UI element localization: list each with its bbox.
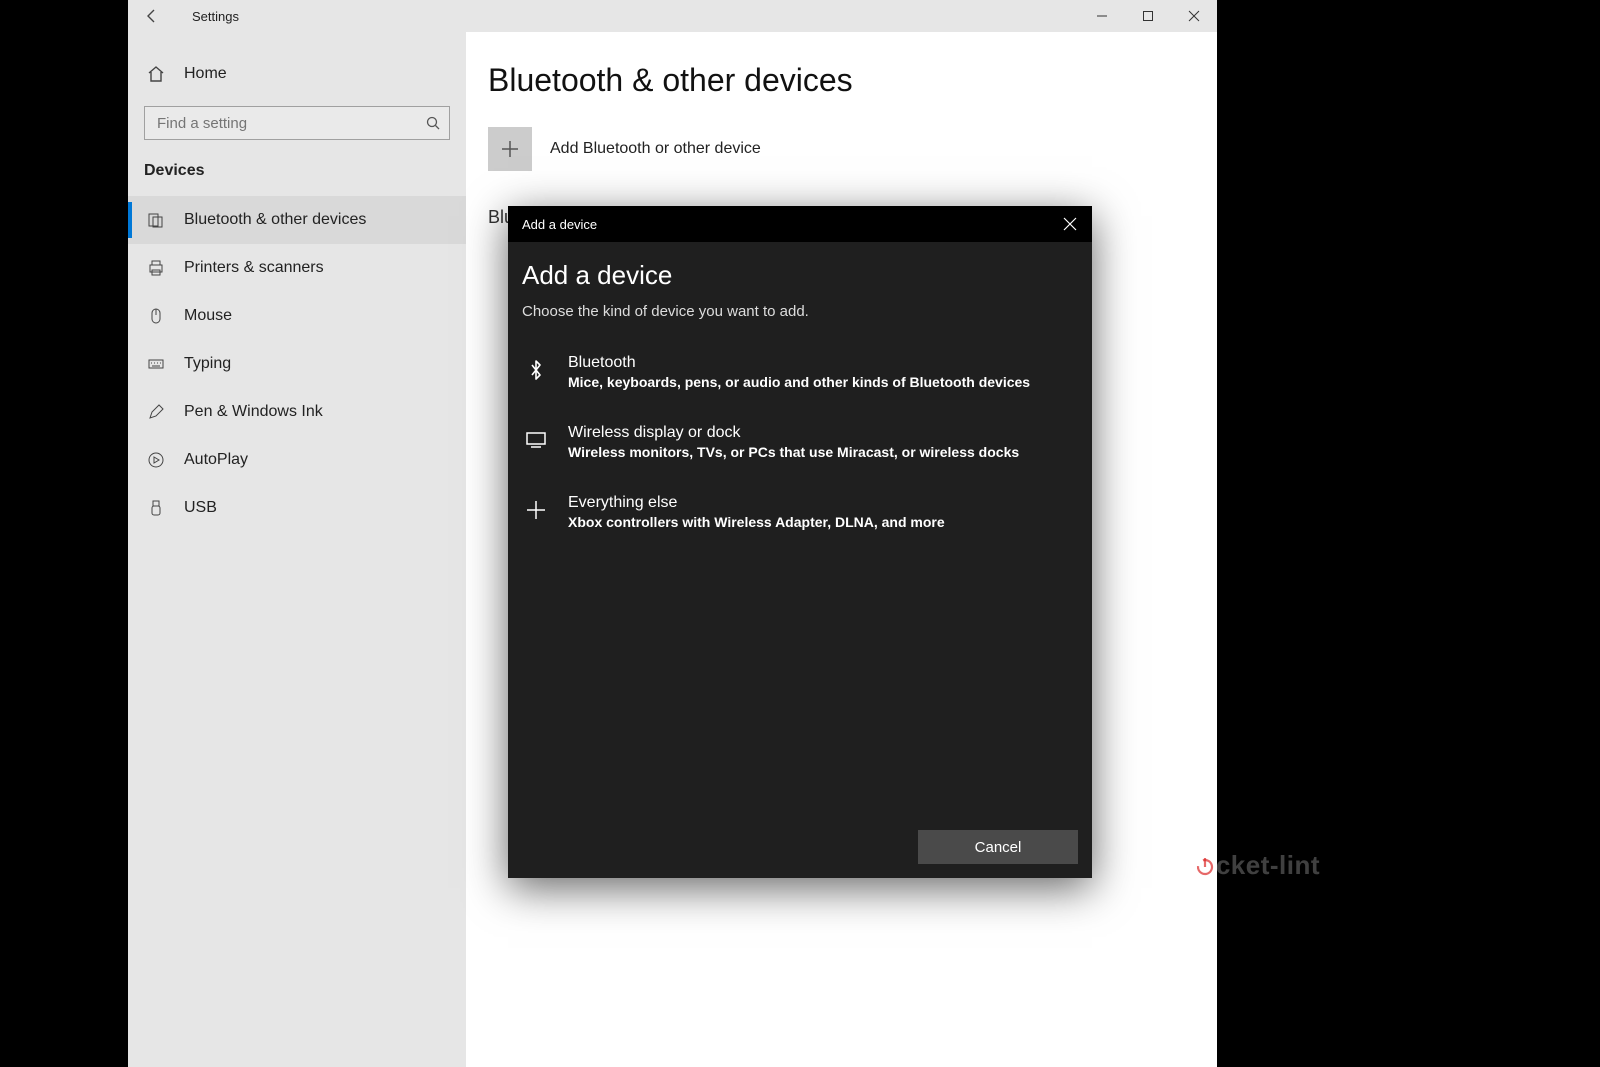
close-icon	[1063, 217, 1077, 231]
sidebar-item-pen[interactable]: Pen & Windows Ink	[128, 388, 466, 436]
dialog-titlebar-title: Add a device	[522, 217, 597, 232]
home-nav[interactable]: Home	[128, 52, 466, 96]
pen-icon	[146, 402, 166, 422]
device-option-subtitle: Mice, keyboards, pens, or audio and othe…	[568, 374, 1030, 390]
dialog-close-button[interactable]	[1048, 206, 1092, 242]
back-button[interactable]	[128, 0, 176, 32]
device-option-everything-else[interactable]: Everything else Xbox controllers with Wi…	[522, 478, 1078, 548]
device-option-bluetooth[interactable]: Bluetooth Mice, keyboards, pens, or audi…	[522, 338, 1078, 408]
plus-icon	[499, 138, 521, 160]
bluetooth-icon	[522, 356, 550, 384]
maximize-button[interactable]	[1125, 0, 1171, 32]
sidebar-item-label: Printers & scanners	[184, 259, 324, 277]
settings-window: Settings Home	[128, 0, 1217, 1067]
device-option-title: Wireless display or dock	[568, 424, 1019, 442]
usb-icon	[146, 498, 166, 518]
add-device-dialog: Add a device Add a device Choose the kin…	[508, 206, 1092, 878]
home-icon	[146, 64, 166, 84]
search-input[interactable]	[144, 106, 450, 140]
sidebar-item-label: Bluetooth & other devices	[184, 211, 366, 229]
maximize-icon	[1142, 10, 1154, 22]
device-option-subtitle: Xbox controllers with Wireless Adapter, …	[568, 514, 945, 530]
search-icon	[426, 116, 440, 130]
watermark: P cket-lint	[1176, 850, 1320, 881]
sidebar-item-printers[interactable]: Printers & scanners	[128, 244, 466, 292]
minimize-button[interactable]	[1079, 0, 1125, 32]
sidebar-item-autoplay[interactable]: AutoPlay	[128, 436, 466, 484]
watermark-suffix: cket-lint	[1216, 850, 1320, 881]
sidebar-item-label: AutoPlay	[184, 451, 248, 469]
plus-box	[488, 127, 532, 171]
mouse-icon	[146, 306, 166, 326]
display-icon	[522, 426, 550, 454]
sidebar-item-bluetooth[interactable]: Bluetooth & other devices	[128, 196, 466, 244]
power-icon	[1195, 856, 1215, 876]
cancel-button[interactable]: Cancel	[918, 830, 1078, 864]
sidebar-item-typing[interactable]: Typing	[128, 340, 466, 388]
watermark-prefix: P	[1176, 850, 1194, 881]
device-option-subtitle: Wireless monitors, TVs, or PCs that use …	[568, 444, 1019, 460]
minimize-icon	[1096, 10, 1108, 22]
dialog-footer: Cancel	[508, 820, 1092, 878]
sidebar-item-mouse[interactable]: Mouse	[128, 292, 466, 340]
device-option-text: Everything else Xbox controllers with Wi…	[568, 494, 945, 530]
close-icon	[1188, 10, 1200, 22]
add-device-button[interactable]: Add Bluetooth or other device	[488, 127, 1195, 171]
printer-icon	[146, 258, 166, 278]
plus-icon	[522, 496, 550, 524]
dialog-body: Add a device Choose the kind of device y…	[508, 242, 1092, 820]
device-option-text: Wireless display or dock Wireless monito…	[568, 424, 1019, 460]
arrow-left-icon	[144, 8, 160, 24]
keyboard-icon	[146, 354, 166, 374]
close-button[interactable]	[1171, 0, 1217, 32]
sidebar-item-label: Pen & Windows Ink	[184, 403, 323, 421]
window-titlebar: Settings	[128, 0, 1217, 32]
add-device-label: Add Bluetooth or other device	[550, 140, 761, 158]
device-option-text: Bluetooth Mice, keyboards, pens, or audi…	[568, 354, 1030, 390]
sidebar-item-label: Typing	[184, 355, 231, 373]
window-controls	[1079, 0, 1217, 32]
autoplay-icon	[146, 450, 166, 470]
page-title: Bluetooth & other devices	[488, 62, 1195, 99]
sidebar-item-usb[interactable]: USB	[128, 484, 466, 532]
sidebar-item-label: Mouse	[184, 307, 232, 325]
sidebar-group-label: Devices	[128, 156, 466, 196]
device-option-wireless-display[interactable]: Wireless display or dock Wireless monito…	[522, 408, 1078, 478]
search-wrap	[128, 96, 466, 156]
sidebar-item-label: USB	[184, 499, 217, 517]
device-option-title: Bluetooth	[568, 354, 1030, 372]
dialog-subheading: Choose the kind of device you want to ad…	[522, 303, 1078, 320]
sidebar: Home Devices Bluetooth & other devices	[128, 32, 466, 1067]
dialog-heading: Add a device	[522, 260, 1078, 291]
bluetooth-devices-icon	[146, 210, 166, 230]
device-option-title: Everything else	[568, 494, 945, 512]
window-title: Settings	[176, 9, 1079, 24]
home-label: Home	[184, 65, 227, 83]
dialog-titlebar: Add a device	[508, 206, 1092, 242]
